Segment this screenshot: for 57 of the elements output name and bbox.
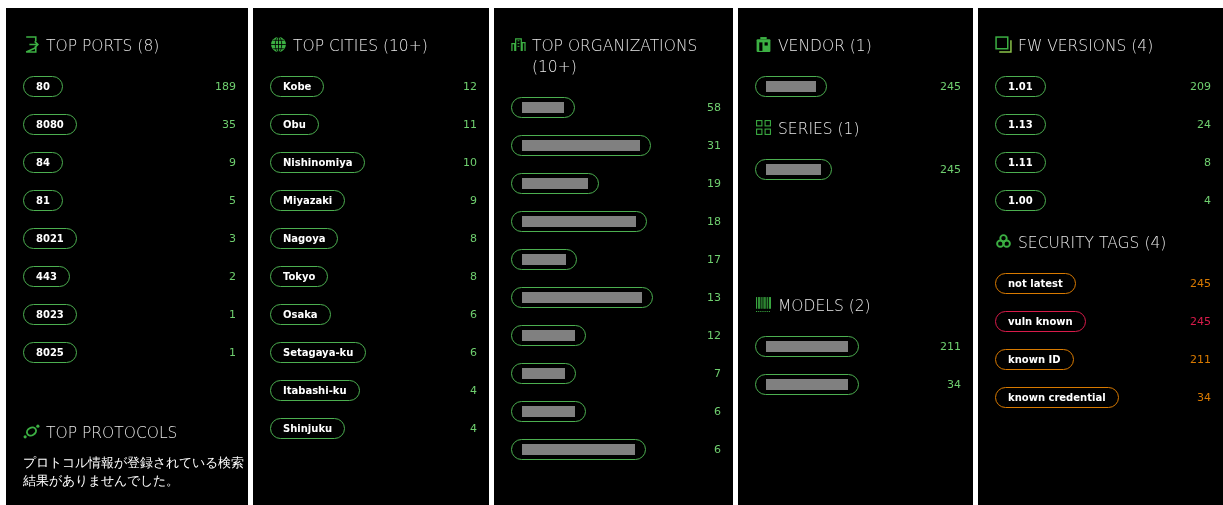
- section-title: SECURITY TAGS (4): [1018, 233, 1167, 254]
- barcode-icon: [755, 296, 772, 313]
- count: 11: [463, 117, 477, 131]
- building-icon: [755, 36, 772, 53]
- count: 35: [222, 117, 236, 131]
- section-title: TOP ORGANIZATIONS (10+): [531, 36, 699, 78]
- count: 24: [1197, 117, 1211, 131]
- count: 4: [1204, 193, 1211, 207]
- count: 209: [1190, 79, 1211, 93]
- count: 4: [470, 383, 477, 397]
- section-title: FW VERSIONS (4): [1018, 36, 1154, 57]
- count: 9: [229, 155, 236, 169]
- count: 8: [470, 269, 477, 283]
- count: 1: [229, 345, 236, 359]
- section-title: TOP PORTS (8): [46, 36, 160, 57]
- count: 7: [714, 366, 721, 380]
- section-title: VENDOR (1): [778, 36, 872, 57]
- grid-icon: [755, 119, 772, 136]
- count: 5: [229, 193, 236, 207]
- count: 8: [1204, 155, 1211, 169]
- count: 18: [707, 214, 721, 228]
- count: 3: [229, 231, 236, 245]
- empty-message: プロトコル情報が登録されている検索結果がありませんでした。: [23, 454, 244, 490]
- layers-icon: [995, 36, 1012, 53]
- count: 34: [947, 377, 961, 391]
- count: 6: [714, 404, 721, 418]
- count: 245: [940, 79, 961, 93]
- count: 13: [707, 290, 721, 304]
- count: 31: [707, 138, 721, 152]
- count: 6: [470, 307, 477, 321]
- count: 6: [714, 442, 721, 456]
- count: 34: [1197, 390, 1211, 404]
- count: 245: [1190, 314, 1211, 328]
- count: 4: [470, 421, 477, 435]
- count: 8: [470, 231, 477, 245]
- count: 6: [470, 345, 477, 359]
- count: 245: [1190, 276, 1211, 290]
- building-icon: [511, 36, 526, 53]
- count: 10: [463, 155, 477, 169]
- count: 12: [463, 79, 477, 93]
- count: 2: [229, 269, 236, 283]
- link-icon: [23, 423, 40, 440]
- count: 9: [470, 193, 477, 207]
- section-title: MODELS (2): [778, 296, 871, 317]
- count: 19: [707, 176, 721, 190]
- count: 189: [215, 79, 236, 93]
- count: 1: [229, 307, 236, 321]
- section-title: TOP PROTOCOLS: [46, 423, 178, 444]
- count: 211: [940, 339, 961, 353]
- globe-icon: [270, 36, 287, 53]
- count: 245: [940, 162, 961, 176]
- section-title: SERIES (1): [778, 119, 860, 140]
- count: 17: [707, 252, 721, 266]
- count: 12: [707, 328, 721, 342]
- section-title: TOP CITIES (10+): [293, 36, 428, 57]
- count: 58: [707, 100, 721, 114]
- count: 211: [1190, 352, 1211, 366]
